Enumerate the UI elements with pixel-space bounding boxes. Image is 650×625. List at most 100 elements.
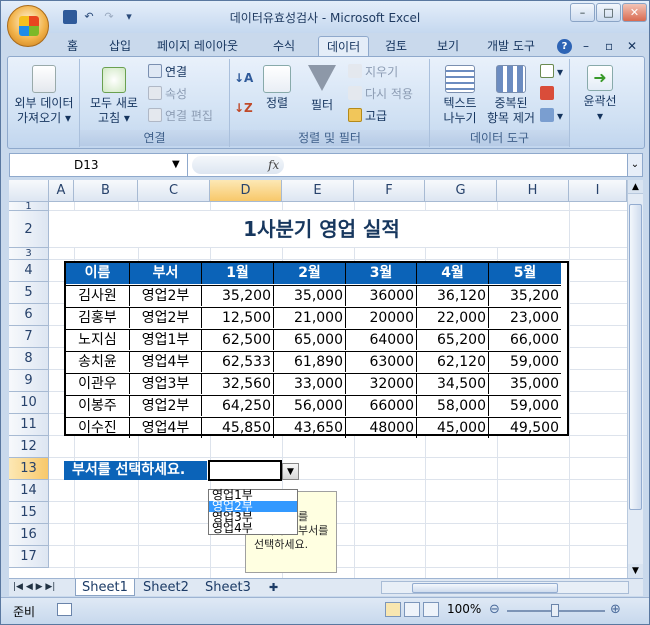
column-header-d[interactable]: D (210, 180, 282, 202)
horizontal-scroll-thumb[interactable] (412, 583, 558, 593)
table-header-cell[interactable]: 1월 (202, 263, 274, 284)
table-header-cell[interactable]: 이름 (66, 263, 130, 284)
table-cell[interactable]: 영업1부 (130, 329, 202, 350)
table-cell[interactable]: 36,120 (417, 285, 489, 306)
horizontal-scrollbar[interactable] (381, 581, 629, 594)
table-cell[interactable]: 영업2부 (130, 307, 202, 328)
advanced-button[interactable]: 고급 (348, 107, 387, 125)
row-header-13[interactable]: 13 (9, 458, 49, 480)
tab-insert[interactable]: 삽입 (105, 36, 135, 57)
tab-data[interactable]: 데이터 (318, 36, 370, 57)
name-box-dropdown-icon[interactable]: ▼ (172, 154, 180, 176)
row-header-5[interactable]: 5 (9, 282, 49, 304)
scroll-down-icon[interactable]: ▼ (628, 564, 643, 578)
table-cell[interactable]: 36000 (346, 285, 417, 306)
reapply-button[interactable]: 다시 적용 (348, 85, 413, 103)
table-cell[interactable]: 22,000 (417, 307, 489, 328)
table-cell[interactable]: 이봉주 (66, 395, 130, 416)
table-header-cell[interactable]: 부서 (130, 263, 202, 284)
row-header-10[interactable]: 10 (9, 392, 49, 414)
zoom-slider-thumb[interactable] (551, 604, 559, 617)
table-cell[interactable]: 45,850 (202, 417, 274, 438)
normal-view-icon[interactable] (385, 602, 401, 617)
help-icon[interactable]: ? (557, 39, 572, 54)
table-cell[interactable]: 35,200 (489, 285, 561, 306)
table-cell[interactable]: 56,000 (274, 395, 346, 416)
table-cell[interactable]: 66,000 (489, 329, 561, 350)
table-header-cell[interactable]: 4월 (417, 263, 489, 284)
table-cell[interactable]: 영업2부 (130, 285, 202, 306)
column-header-a[interactable]: A (49, 180, 74, 202)
table-cell[interactable]: 김홍부 (66, 307, 130, 328)
zoom-out-icon[interactable]: ⊖ (489, 602, 500, 617)
data-validation-icon[interactable]: ▾ (540, 63, 563, 81)
row-header-2[interactable]: 2 (9, 211, 49, 248)
table-cell[interactable]: 32000 (346, 373, 417, 394)
table-cell[interactable]: 65,000 (274, 329, 346, 350)
dropdown-option[interactable]: 영업4부 (209, 522, 297, 534)
row-header-16[interactable]: 16 (9, 524, 49, 546)
row-header-4[interactable]: 4 (9, 260, 49, 282)
table-cell[interactable]: 20000 (346, 307, 417, 328)
tab-review[interactable]: 검토 (381, 36, 411, 57)
table-cell[interactable]: 43,650 (274, 417, 346, 438)
table-cell[interactable]: 34,500 (417, 373, 489, 394)
ribbon-minimize-icon[interactable]: – (579, 36, 593, 57)
sheet-tab-sheet3[interactable]: Sheet3 (199, 579, 257, 596)
sheet-nav-icons[interactable]: |◀ ◀ ▶ ▶| (13, 579, 55, 596)
table-cell[interactable]: 35,000 (274, 285, 346, 306)
row-header-14[interactable]: 14 (9, 480, 49, 502)
row-header-15[interactable]: 15 (9, 502, 49, 524)
column-header-b[interactable]: B (74, 180, 138, 202)
sort-descending-icon[interactable]: ↓Z (234, 99, 253, 117)
column-header-g[interactable]: G (425, 180, 497, 202)
row-header-17[interactable]: 17 (9, 546, 49, 568)
table-cell[interactable]: 12,500 (202, 307, 274, 328)
row-header-6[interactable]: 6 (9, 304, 49, 326)
table-cell[interactable]: 23,000 (489, 307, 561, 328)
text-to-columns-button[interactable]: 텍스트 나누기 (434, 65, 486, 126)
expand-formula-bar-icon[interactable]: ⌄ (627, 153, 643, 177)
table-cell[interactable]: 59,000 (489, 351, 561, 372)
vertical-scroll-thumb[interactable] (629, 204, 642, 510)
outline-button[interactable]: ➜ 윤곽선 ▾ (574, 65, 626, 124)
filter-button[interactable]: 필터 (304, 65, 340, 113)
table-cell[interactable]: 58,000 (417, 395, 489, 416)
column-header-i[interactable]: I (569, 180, 627, 202)
ribbon-close-icon[interactable]: ✕ (623, 36, 641, 57)
table-cell[interactable]: 49,500 (489, 417, 561, 438)
table-cell[interactable]: 32,560 (202, 373, 274, 394)
name-box[interactable]: D13 (10, 154, 188, 176)
edit-links-button[interactable]: 연결 편집 (148, 107, 213, 125)
table-cell[interactable]: 64,250 (202, 395, 274, 416)
vertical-scrollbar[interactable]: ▲ ▼ (627, 180, 643, 578)
sort-ascending-icon[interactable]: ↓A (234, 69, 253, 87)
minimize-button[interactable]: – (570, 3, 595, 22)
table-cell[interactable]: 35,000 (489, 373, 561, 394)
tab-formulas[interactable]: 수식 (269, 36, 299, 57)
column-header-c[interactable]: C (138, 180, 210, 202)
office-button[interactable] (7, 5, 49, 47)
table-cell[interactable]: 21,000 (274, 307, 346, 328)
table-cell[interactable]: 이관우 (66, 373, 130, 394)
sheet-tab-sheet1[interactable]: Sheet1 (75, 579, 135, 596)
row-header-7[interactable]: 7 (9, 326, 49, 348)
table-cell[interactable]: 45,000 (417, 417, 489, 438)
remove-duplicates-button[interactable]: 중복된 항목 제거 (486, 65, 536, 126)
select-all-corner[interactable] (9, 180, 49, 202)
sheet-tab-sheet2[interactable]: Sheet2 (137, 579, 195, 596)
insert-function-icon[interactable]: fx (268, 154, 279, 176)
table-cell[interactable]: 63000 (346, 351, 417, 372)
table-cell[interactable]: 33,000 (274, 373, 346, 394)
page-break-view-icon[interactable] (423, 602, 439, 617)
page-layout-view-icon[interactable] (404, 602, 420, 617)
column-header-e[interactable]: E (282, 180, 354, 202)
dropdown-arrow-button[interactable]: ▼ (282, 463, 299, 480)
row-header-12[interactable]: 12 (9, 436, 49, 458)
table-cell[interactable]: 35,200 (202, 285, 274, 306)
maximize-button[interactable]: □ (596, 3, 621, 22)
insert-sheet-icon[interactable]: ✚ (263, 579, 284, 596)
row-header-3[interactable]: 3 (9, 248, 49, 260)
connections-button[interactable]: 연결 (148, 63, 187, 81)
table-header-cell[interactable]: 3월 (346, 263, 417, 284)
